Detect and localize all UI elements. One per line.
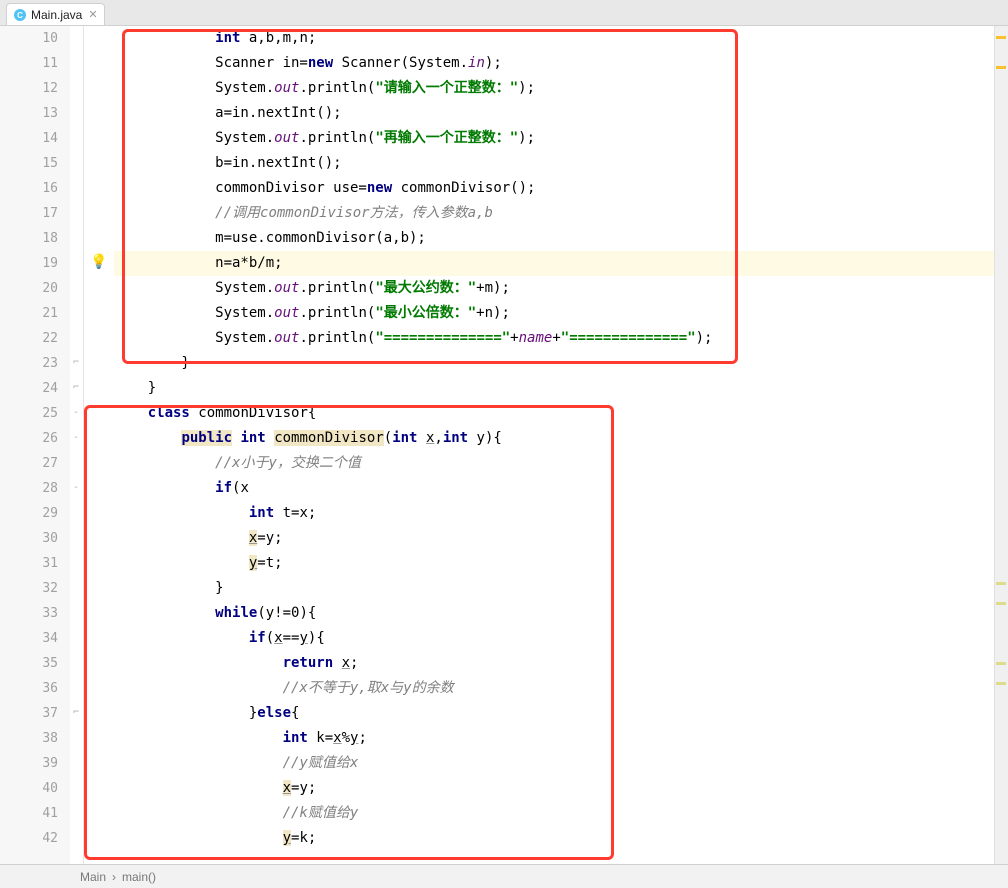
code-line[interactable]: if(x — [114, 476, 1008, 501]
line-number: 29 — [0, 501, 58, 526]
code-line[interactable]: m=use.commonDivisor(a,b); — [114, 226, 1008, 251]
line-number: 36 — [0, 676, 58, 701]
code-line[interactable]: }else{ — [114, 701, 1008, 726]
line-number: 20 — [0, 276, 58, 301]
line-number: 28 — [0, 476, 58, 501]
line-number: 40 — [0, 776, 58, 801]
tab-bar: C Main.java ✕ — [0, 0, 1008, 26]
scrollbar-marker[interactable] — [996, 582, 1006, 585]
code-line[interactable]: //y赋值给x — [114, 751, 1008, 776]
code-line[interactable]: commonDivisor use=new commonDivisor(); — [114, 176, 1008, 201]
line-number: 22 — [0, 326, 58, 351]
code-line[interactable]: public int commonDivisor(int x,int y){ — [114, 426, 1008, 451]
intention-bulb-icon[interactable]: 💡 — [90, 254, 107, 270]
code-line[interactable]: System.out.println("最大公约数："+m); — [114, 276, 1008, 301]
line-number: 12 — [0, 76, 58, 101]
code-line[interactable]: if(x==y){ — [114, 626, 1008, 651]
line-number: 32 — [0, 576, 58, 601]
line-number: 13 — [0, 101, 58, 126]
line-number: 33 — [0, 601, 58, 626]
code-line[interactable]: //k赋值给y — [114, 801, 1008, 826]
line-number: 38 — [0, 726, 58, 751]
code-line[interactable]: while(y!=0){ — [114, 601, 1008, 626]
line-number: 34 — [0, 626, 58, 651]
line-number: 10 — [0, 26, 58, 51]
scrollbar-marker[interactable] — [996, 36, 1006, 39]
line-number: 37 — [0, 701, 58, 726]
line-number: 18 — [0, 226, 58, 251]
code-line[interactable]: //x不等于y,取x与y的余数 — [114, 676, 1008, 701]
fold-gutter: ⌐ ⌐ - - - ⌐ — [70, 26, 84, 864]
line-number: 19 — [0, 251, 58, 276]
scrollbar-marker[interactable] — [996, 682, 1006, 685]
tab-main-java[interactable]: C Main.java ✕ — [6, 3, 105, 25]
annotation-gutter: 💡 — [84, 26, 114, 864]
line-number: 42 — [0, 826, 58, 851]
code-line[interactable]: System.out.println("请输入一个正整数："); — [114, 76, 1008, 101]
tab-label: Main.java — [31, 8, 82, 22]
code-line[interactable]: } — [114, 576, 1008, 601]
code-content[interactable]: int a,b,m,n; Scanner in=new Scanner(Syst… — [114, 26, 1008, 864]
scrollbar-marker[interactable] — [996, 66, 1006, 69]
fold-handle[interactable]: - — [70, 407, 82, 419]
line-number: 30 — [0, 526, 58, 551]
scrollbar-marker[interactable] — [996, 602, 1006, 605]
java-file-icon: C — [13, 8, 27, 22]
code-line[interactable]: Scanner in=new Scanner(System.in); — [114, 51, 1008, 76]
line-number: 31 — [0, 551, 58, 576]
line-number: 14 — [0, 126, 58, 151]
code-line[interactable]: x=y; — [114, 776, 1008, 801]
vertical-scrollbar[interactable] — [994, 26, 1008, 864]
code-line[interactable]: return x; — [114, 651, 1008, 676]
code-line[interactable]: System.out.println("最小公倍数："+n); — [114, 301, 1008, 326]
close-icon[interactable]: ✕ — [88, 8, 97, 21]
line-number: 35 — [0, 651, 58, 676]
breadcrumbs[interactable]: Main › main() — [0, 864, 1008, 888]
scrollbar-marker[interactable] — [996, 662, 1006, 665]
line-number: 11 — [0, 51, 58, 76]
fold-handle[interactable]: ⌐ — [70, 357, 82, 369]
line-number: 26 — [0, 426, 58, 451]
breadcrumb-separator: › — [112, 870, 116, 884]
code-line[interactable]: System.out.println("=============="+name… — [114, 326, 1008, 351]
code-line[interactable]: System.out.println("再输入一个正整数："); — [114, 126, 1008, 151]
code-line[interactable]: class commonDivisor{ — [114, 401, 1008, 426]
code-line[interactable]: //x小于y，交换二个值 — [114, 451, 1008, 476]
line-number: 39 — [0, 751, 58, 776]
breadcrumb-method[interactable]: main() — [122, 870, 156, 884]
line-number: 15 — [0, 151, 58, 176]
code-line[interactable]: n=a*b/m; — [114, 251, 1008, 276]
line-number: 23 — [0, 351, 58, 376]
line-number: 25 — [0, 401, 58, 426]
fold-handle[interactable]: - — [70, 482, 82, 494]
code-line[interactable]: a=in.nextInt(); — [114, 101, 1008, 126]
line-number: 16 — [0, 176, 58, 201]
line-number-gutter: 1011121314151617181920212223242526272829… — [0, 26, 70, 864]
line-number: 17 — [0, 201, 58, 226]
code-line[interactable]: y=t; — [114, 551, 1008, 576]
code-line[interactable]: y=k; — [114, 826, 1008, 851]
line-number: 24 — [0, 376, 58, 401]
fold-handle[interactable]: ⌐ — [70, 382, 82, 394]
code-line[interactable]: x=y; — [114, 526, 1008, 551]
fold-handle[interactable]: ⌐ — [70, 707, 82, 719]
code-line[interactable]: b=in.nextInt(); — [114, 151, 1008, 176]
line-number: 41 — [0, 801, 58, 826]
editor-area: 1011121314151617181920212223242526272829… — [0, 26, 1008, 864]
code-line[interactable]: //调用commonDivisor方法，传入参数a,b — [114, 201, 1008, 226]
code-line[interactable]: int t=x; — [114, 501, 1008, 526]
line-number: 27 — [0, 451, 58, 476]
svg-text:C: C — [17, 11, 23, 20]
code-line[interactable]: int a,b,m,n; — [114, 26, 1008, 51]
code-line[interactable]: } — [114, 376, 1008, 401]
code-line[interactable]: int k=x%y; — [114, 726, 1008, 751]
line-number: 21 — [0, 301, 58, 326]
breadcrumb-class[interactable]: Main — [80, 870, 106, 884]
code-line[interactable]: } — [114, 351, 1008, 376]
fold-handle[interactable]: - — [70, 432, 82, 444]
